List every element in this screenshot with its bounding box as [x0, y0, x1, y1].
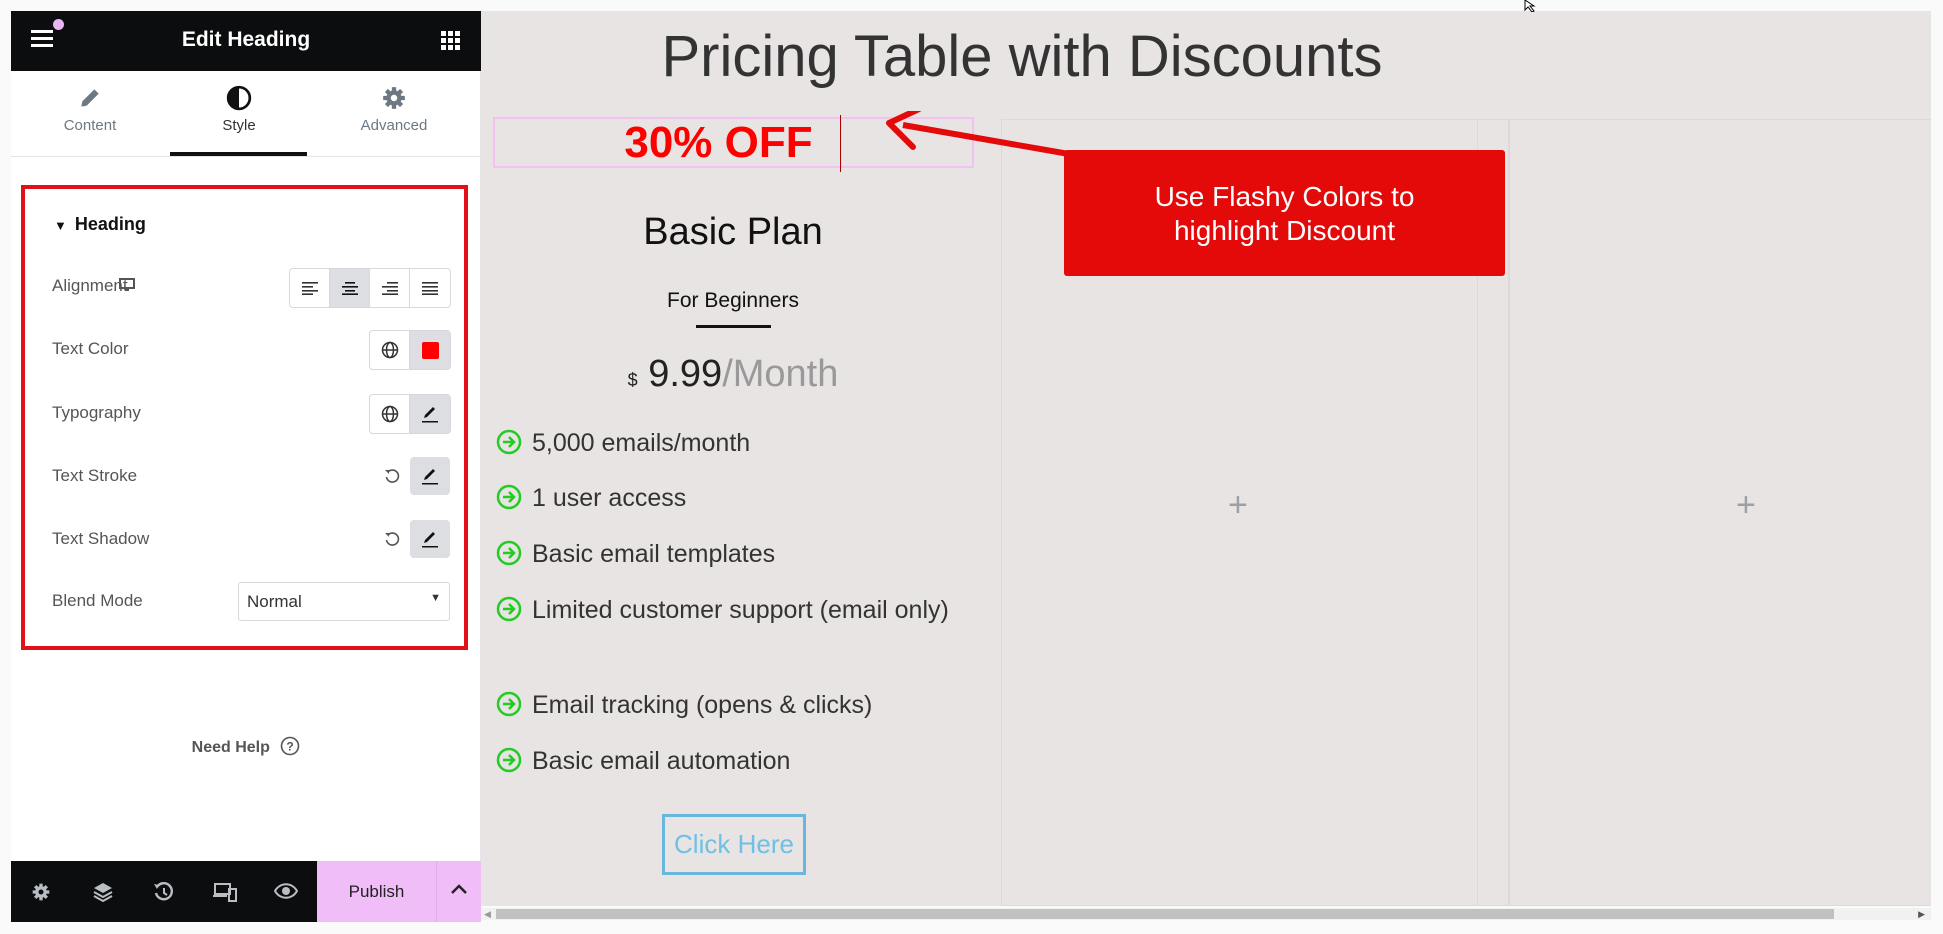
- blend-mode-select[interactable]: Normal ▼: [238, 582, 450, 621]
- page-title: Pricing Table with Discounts: [661, 24, 1383, 89]
- align-left-button[interactable]: [290, 269, 330, 307]
- gear-icon: [383, 87, 405, 109]
- add-element-icon[interactable]: +: [1228, 486, 1248, 525]
- plan-name: Basic Plan: [643, 211, 823, 253]
- feature-item: Limited customer support (email only): [496, 590, 956, 630]
- reset-icon[interactable]: [384, 468, 401, 485]
- arrow-circle-right-icon: [496, 747, 522, 773]
- pencil-icon: [422, 407, 438, 423]
- pencil-icon: [81, 89, 99, 107]
- panel-footer: Publish: [11, 861, 481, 922]
- blend-mode-label: Blend Mode: [52, 591, 143, 610]
- plan-price: $ 9.99/Month: [627, 353, 839, 395]
- color-picker-button[interactable]: [410, 331, 450, 369]
- align-center-icon: [341, 282, 358, 295]
- chevron-down-icon: ▼: [430, 592, 441, 604]
- annotation-callout: Use Flashy Colors to highlight Discount: [1064, 150, 1505, 276]
- feature-item: 1 user access: [496, 478, 956, 518]
- global-color-button[interactable]: [370, 331, 410, 369]
- contrast-icon: [226, 85, 252, 111]
- tab-advanced[interactable]: Advanced: [324, 71, 464, 156]
- panel-header: Edit Heading: [11, 11, 481, 71]
- panel-title: Edit Heading: [181, 28, 311, 51]
- svg-text:?: ?: [287, 740, 294, 754]
- feature-item: Email tracking (opens & clicks): [496, 685, 956, 725]
- align-right-button[interactable]: [370, 269, 410, 307]
- text-color-group: [369, 330, 451, 370]
- feature-item: Basic email templates: [496, 534, 956, 574]
- text-stroke-label: Text Stroke: [52, 466, 138, 485]
- publish-button[interactable]: Publish: [317, 861, 436, 922]
- scroll-left-icon[interactable]: ◀: [484, 909, 491, 920]
- arrow-circle-right-icon: [496, 596, 522, 622]
- align-right-icon: [381, 282, 398, 295]
- apps-grid-icon[interactable]: [441, 31, 461, 51]
- settings-icon[interactable]: [31, 882, 51, 902]
- tab-content[interactable]: Content: [20, 71, 160, 156]
- edit-text-stroke-button[interactable]: [410, 457, 450, 495]
- page-canvas: Pricing Table with Discounts + + 30% OFF…: [481, 11, 1931, 920]
- add-element-icon[interactable]: +: [1736, 486, 1756, 525]
- globe-icon: [381, 341, 398, 359]
- chevron-up-icon: [451, 884, 467, 894]
- edit-text-shadow-button[interactable]: [410, 520, 450, 558]
- typography-group: [369, 394, 451, 434]
- subtitle-underline: [696, 325, 771, 328]
- editor-panel: Edit Heading Content Style Advanced ▼ Hea…: [11, 11, 481, 922]
- align-justify-icon: [422, 282, 438, 295]
- align-justify-button[interactable]: [410, 269, 450, 307]
- feature-item: Basic email automation: [496, 741, 956, 781]
- preview-eye-icon[interactable]: [274, 883, 298, 899]
- help-icon: ?: [281, 736, 300, 756]
- tab-style[interactable]: Style: [169, 71, 309, 156]
- layers-icon[interactable]: [92, 881, 114, 903]
- typography-label: Typography: [52, 403, 141, 422]
- alignment-label: Alignment: [52, 276, 128, 295]
- need-help-link[interactable]: Need Help ?: [11, 736, 481, 757]
- mouse-cursor-icon: [1524, 0, 1536, 12]
- publish-options-button[interactable]: [436, 861, 481, 922]
- caret-down-icon: ▼: [54, 218, 67, 233]
- feature-item: 5,000 emails/month: [496, 423, 956, 463]
- history-icon[interactable]: [153, 881, 175, 903]
- pencil-icon: [422, 532, 438, 548]
- responsive-icon[interactable]: [213, 882, 237, 902]
- color-swatch: [421, 341, 439, 359]
- global-typography-button[interactable]: [370, 395, 410, 433]
- pencil-icon: [422, 469, 438, 485]
- text-shadow-label: Text Shadow: [52, 529, 150, 548]
- section-heading-toggle[interactable]: ▼ Heading: [54, 214, 146, 235]
- edit-typography-button[interactable]: [410, 395, 450, 433]
- arrow-circle-right-icon: [496, 484, 522, 510]
- horizontal-scrollbar[interactable]: ◀ ▶: [481, 908, 1931, 920]
- alignment-group: [289, 268, 451, 308]
- align-left-icon: [301, 282, 318, 295]
- align-center-button[interactable]: [330, 269, 370, 307]
- text-cursor: [840, 115, 841, 172]
- scrollbar-thumb[interactable]: [496, 909, 1834, 919]
- arrow-circle-right-icon: [496, 691, 522, 717]
- text-color-label: Text Color: [52, 339, 129, 358]
- pricing-column-3[interactable]: [1509, 119, 1931, 906]
- plan-subtitle: For Beginners: [667, 289, 799, 312]
- arrow-circle-right-icon: [496, 429, 522, 455]
- scroll-right-icon[interactable]: ▶: [1918, 909, 1925, 920]
- globe-icon: [381, 405, 398, 423]
- arrow-circle-right-icon: [496, 540, 522, 566]
- divider: [11, 156, 481, 157]
- click-here-button[interactable]: Click Here: [662, 814, 806, 875]
- annotation-arrow: [886, 111, 1070, 157]
- desktop-icon[interactable]: [119, 278, 135, 292]
- reset-icon[interactable]: [384, 531, 401, 548]
